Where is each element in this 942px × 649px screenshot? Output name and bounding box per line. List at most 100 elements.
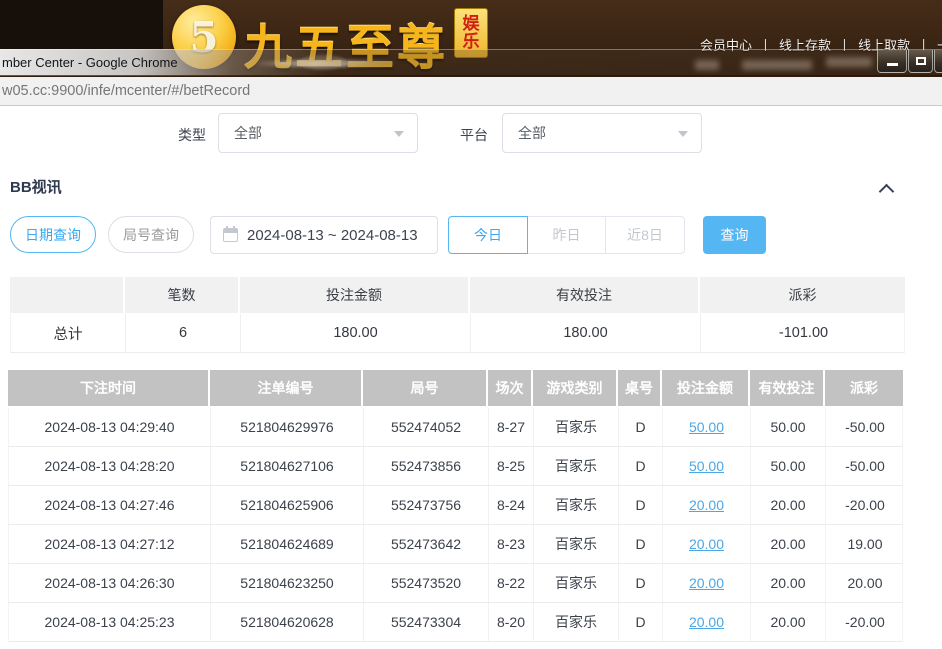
date-range-value: 2024-08-13 ~ 2024-08-13 bbox=[247, 227, 418, 244]
date-query-tab[interactable]: 日期查询 bbox=[10, 216, 96, 253]
summary-total-valid-bet: 180.00 bbox=[471, 314, 701, 352]
summary-header-bet-amount: 投注金额 bbox=[240, 277, 470, 313]
window-title: mber Center - Google Chrome bbox=[2, 55, 178, 70]
bet-amount-link[interactable]: 20.00 bbox=[689, 497, 724, 513]
cell-bet-time: 2024-08-13 04:28:20 bbox=[9, 447, 211, 485]
cell-game-type: 百家乐 bbox=[534, 564, 619, 602]
summary-table: 笔数 投注金额 有效投注 派彩 总计 6 180.00 180.00 -101.… bbox=[10, 277, 905, 353]
calendar-icon bbox=[223, 228, 238, 242]
cell-valid-bet: 20.00 bbox=[751, 564, 826, 602]
maximize-button[interactable] bbox=[908, 50, 933, 73]
cell-order-id: 521804625906 bbox=[211, 486, 364, 524]
redacted-text bbox=[742, 60, 812, 70]
cell-round-id: 552474052 bbox=[364, 408, 489, 446]
cell-game-type: 百家乐 bbox=[534, 447, 619, 485]
cell-table-id: D bbox=[619, 408, 663, 446]
bet-record-page: 类型 全部 平台 全部 BB视讯 日期查询 局号查询 2024-08-13 ~ … bbox=[0, 106, 942, 649]
cell-table-id: D bbox=[619, 447, 663, 485]
cell-payout: -50.00 bbox=[826, 408, 904, 446]
header-valid-bet: 有效投注 bbox=[750, 370, 825, 406]
summary-header-valid-bet: 有效投注 bbox=[470, 277, 700, 313]
platform-filter-label: 平台 bbox=[460, 125, 488, 145]
cell-session: 8-20 bbox=[489, 603, 534, 641]
cell-game-type: 百家乐 bbox=[534, 408, 619, 446]
cell-order-id: 521804620628 bbox=[211, 603, 364, 641]
cell-table-id: D bbox=[619, 564, 663, 602]
last-8-days-button[interactable]: 近8日 bbox=[605, 216, 685, 254]
cell-round-id: 552473520 bbox=[364, 564, 489, 602]
header-bet-time: 下注时间 bbox=[8, 370, 210, 406]
cell-order-id: 521804627106 bbox=[211, 447, 364, 485]
screen: 5 九五至尊 娱 乐 会员中心丨线上存款丨线上取款丨一键 mber Center… bbox=[0, 0, 942, 649]
summary-header-blank bbox=[10, 277, 125, 313]
summary-total-row: 总计 6 180.00 180.00 -101.00 bbox=[10, 314, 905, 353]
cell-order-id: 521804629976 bbox=[211, 408, 364, 446]
round-query-tab[interactable]: 局号查询 bbox=[108, 216, 194, 253]
bet-amount-link[interactable]: 50.00 bbox=[689, 458, 724, 474]
cell-payout: -20.00 bbox=[826, 486, 904, 524]
redacted-text bbox=[826, 57, 872, 67]
cell-game-type: 百家乐 bbox=[534, 525, 619, 563]
platform-select[interactable]: 全部 bbox=[502, 113, 702, 153]
table-row: 2024-08-13 04:27:46 521804625906 5524737… bbox=[8, 486, 903, 525]
bet-detail-table: 下注时间 注单编号 局号 场次 游戏类别 桌号 投注金额 有效投注 派彩 202… bbox=[8, 370, 903, 642]
search-button[interactable]: 查询 bbox=[703, 216, 766, 254]
cell-bet-time: 2024-08-13 04:26:30 bbox=[9, 564, 211, 602]
browser-titlebar: mber Center - Google Chrome bbox=[0, 49, 942, 76]
bet-amount-link[interactable]: 50.00 bbox=[689, 419, 724, 435]
bet-amount-link[interactable]: 20.00 bbox=[689, 575, 724, 591]
cell-payout: 20.00 bbox=[826, 564, 904, 602]
section-title: BB视讯 bbox=[10, 176, 62, 197]
cell-valid-bet: 20.00 bbox=[751, 603, 826, 641]
table-row: 2024-08-13 04:26:30 521804623250 5524735… bbox=[8, 564, 903, 603]
cell-bet-time: 2024-08-13 04:27:46 bbox=[9, 486, 211, 524]
detail-header-row: 下注时间 注单编号 局号 场次 游戏类别 桌号 投注金额 有效投注 派彩 bbox=[8, 370, 903, 406]
header-bet-amount: 投注金额 bbox=[662, 370, 750, 406]
type-select-value: 全部 bbox=[234, 123, 262, 143]
header-round-id: 局号 bbox=[363, 370, 488, 406]
collapse-chevron-up-icon[interactable] bbox=[879, 184, 895, 200]
header-session: 场次 bbox=[488, 370, 533, 406]
type-filter-label: 类型 bbox=[178, 125, 206, 145]
cell-bet-time: 2024-08-13 04:27:12 bbox=[9, 525, 211, 563]
caret-down-icon bbox=[394, 131, 404, 137]
cell-table-id: D bbox=[619, 603, 663, 641]
minimize-button[interactable] bbox=[877, 50, 907, 73]
cell-session: 8-25 bbox=[489, 447, 534, 485]
cell-round-id: 552473856 bbox=[364, 447, 489, 485]
table-row: 2024-08-13 04:29:40 521804629976 5524740… bbox=[8, 408, 903, 447]
cell-session: 8-24 bbox=[489, 486, 534, 524]
url-text: w05.cc:9900/infe/mcenter/#/betRecord bbox=[0, 83, 250, 99]
bet-amount-link[interactable]: 20.00 bbox=[689, 536, 724, 552]
cell-game-type: 百家乐 bbox=[534, 486, 619, 524]
header-table-id: 桌号 bbox=[618, 370, 662, 406]
table-row: 2024-08-13 04:25:23 521804620628 5524733… bbox=[8, 603, 903, 642]
cell-payout: -50.00 bbox=[826, 447, 904, 485]
date-range-input[interactable]: 2024-08-13 ~ 2024-08-13 bbox=[210, 216, 438, 254]
header-order-id: 注单编号 bbox=[210, 370, 363, 406]
table-row: 2024-08-13 04:27:12 521804624689 5524736… bbox=[8, 525, 903, 564]
cell-bet-time: 2024-08-13 04:25:23 bbox=[9, 603, 211, 641]
summary-total-payout: -101.00 bbox=[701, 314, 906, 352]
minimize-icon bbox=[887, 63, 898, 66]
cell-payout: 19.00 bbox=[826, 525, 904, 563]
close-button[interactable] bbox=[934, 50, 942, 73]
cell-table-id: D bbox=[619, 525, 663, 563]
summary-total-count: 6 bbox=[126, 314, 241, 352]
today-button[interactable]: 今日 bbox=[448, 216, 528, 254]
bet-amount-link[interactable]: 20.00 bbox=[689, 614, 724, 630]
redacted-text bbox=[695, 60, 719, 70]
quick-range-group: 今日 昨日 近8日 bbox=[448, 216, 685, 254]
cell-table-id: D bbox=[619, 486, 663, 524]
decorative-swirl bbox=[300, 56, 346, 69]
cell-valid-bet: 50.00 bbox=[751, 408, 826, 446]
address-bar[interactable]: w05.cc:9900/infe/mcenter/#/betRecord bbox=[0, 77, 942, 106]
summary-total-label: 总计 bbox=[11, 314, 126, 352]
cell-bet-time: 2024-08-13 04:29:40 bbox=[9, 408, 211, 446]
yesterday-button[interactable]: 昨日 bbox=[527, 216, 606, 254]
table-row: 2024-08-13 04:28:20 521804627106 5524738… bbox=[8, 447, 903, 486]
type-select[interactable]: 全部 bbox=[218, 113, 418, 153]
header-game-type: 游戏类别 bbox=[533, 370, 618, 406]
cell-order-id: 521804624689 bbox=[211, 525, 364, 563]
cell-valid-bet: 20.00 bbox=[751, 525, 826, 563]
